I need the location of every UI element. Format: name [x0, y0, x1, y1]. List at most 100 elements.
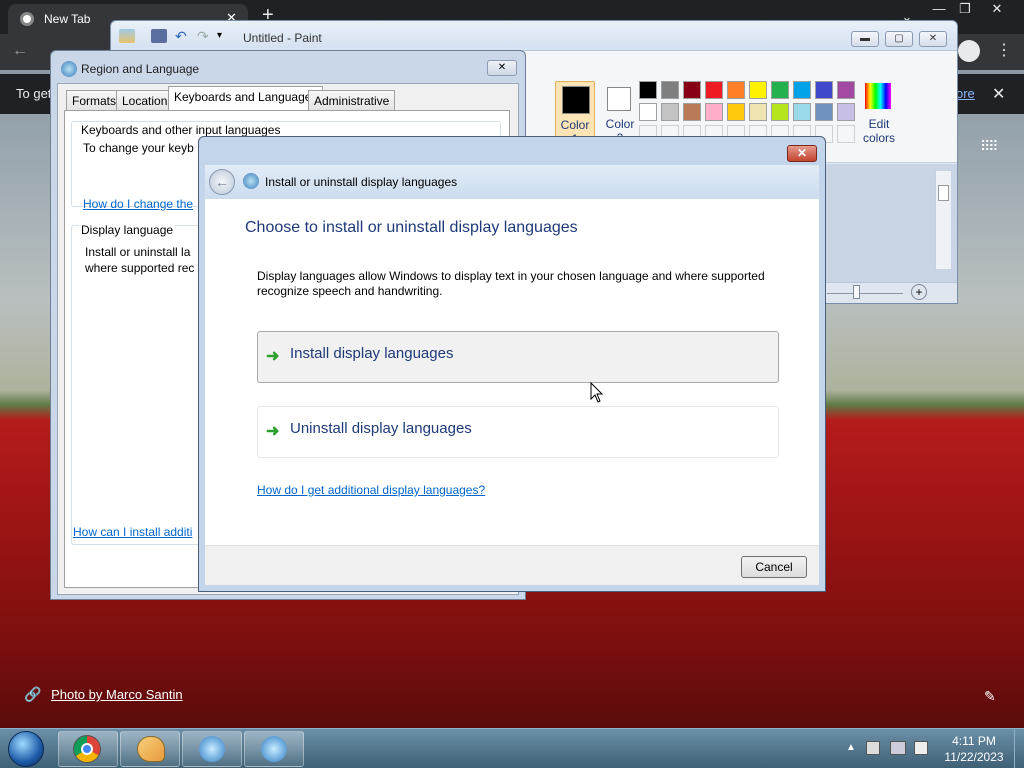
- palette-swatch[interactable]: [771, 81, 789, 99]
- display-language-text-2: where supported rec: [85, 261, 195, 275]
- show-hidden-icons[interactable]: ▲: [846, 742, 856, 753]
- infobar-link[interactable]: ore: [956, 86, 975, 101]
- globe-clock-icon: [199, 736, 225, 762]
- network-icon[interactable]: [890, 741, 906, 755]
- minimize-icon[interactable]: —: [928, 0, 950, 18]
- edit-colors-label: Edit colors: [862, 117, 895, 145]
- palette-swatch[interactable]: [815, 81, 833, 99]
- vertical-scrollbar[interactable]: [935, 171, 951, 269]
- paint-title: Untitled - Paint: [243, 31, 322, 45]
- install-additional-link[interactable]: How can I install additi: [73, 525, 192, 539]
- tab-location[interactable]: Location: [116, 90, 174, 110]
- region-close-button[interactable]: ✕: [487, 60, 517, 76]
- cancel-button[interactable]: Cancel: [741, 556, 807, 578]
- keyboards-group-title: Keyboards and other input languages: [79, 123, 283, 137]
- palette-swatch[interactable]: [793, 103, 811, 121]
- keyboards-description: To change your keyb: [83, 141, 194, 155]
- taskbar-paint[interactable]: [120, 731, 180, 767]
- back-arrow-icon[interactable]: ←: [12, 42, 28, 60]
- install-dialog-title: Install or uninstall display languages: [265, 175, 458, 189]
- install-display-languages-option[interactable]: ➜ Install display languages: [257, 331, 779, 383]
- infobar-close-icon[interactable]: ✕: [992, 84, 1005, 104]
- redo-icon[interactable]: ↷: [197, 29, 213, 43]
- zoom-slider-thumb[interactable]: [853, 285, 860, 299]
- chrome-tab-title: New Tab: [44, 12, 91, 26]
- install-close-button[interactable]: ✕: [787, 145, 817, 162]
- close-window-icon[interactable]: ✕: [986, 0, 1008, 18]
- palette-swatch[interactable]: [639, 81, 657, 99]
- additional-languages-link[interactable]: How do I get additional display language…: [257, 483, 485, 497]
- profile-avatar-icon[interactable]: [958, 40, 980, 62]
- palette-swatch[interactable]: [749, 103, 767, 121]
- tab-formats[interactable]: Formats: [66, 90, 123, 110]
- wizard-heading: Choose to install or uninstall display l…: [245, 219, 578, 236]
- paint-minimize-button[interactable]: ▬: [851, 31, 879, 47]
- install-display-languages-dialog: ✕ ← Install or uninstall display languag…: [198, 136, 826, 592]
- globe-icon: [61, 61, 77, 77]
- undo-icon[interactable]: ↶: [175, 29, 191, 43]
- change-keyboard-link[interactable]: How do I change the: [83, 197, 193, 211]
- paint-maximize-button[interactable]: ▢: [885, 31, 913, 47]
- palette-swatch[interactable]: [749, 81, 767, 99]
- action-center-icon[interactable]: [866, 741, 880, 755]
- language-globe-icon: [261, 736, 287, 762]
- tab-keyboards-and-languages[interactable]: Keyboards and Languages: [168, 86, 324, 111]
- custom-palette-swatch[interactable]: [837, 125, 855, 143]
- tab-administrative[interactable]: Administrative: [308, 90, 396, 110]
- palette-swatch[interactable]: [683, 81, 701, 99]
- display-language-group-title: Display language: [79, 223, 176, 237]
- scrollbar-thumb[interactable]: [938, 185, 949, 201]
- region-dialog-title: Region and Language: [81, 62, 200, 76]
- green-arrow-icon: ➜: [266, 348, 280, 365]
- chrome-logo-icon: [20, 12, 34, 26]
- start-button-icon[interactable]: [8, 731, 44, 767]
- palette-swatch[interactable]: [727, 103, 745, 121]
- wizard-content: Choose to install or uninstall display l…: [205, 199, 819, 545]
- palette-swatch[interactable]: [639, 103, 657, 121]
- palette-swatch[interactable]: [727, 81, 745, 99]
- uninstall-display-languages-option[interactable]: ➜ Uninstall display languages: [257, 406, 779, 458]
- taskbar: ▲ 4:11 PM 11/22/2023: [0, 728, 1024, 768]
- rainbow-icon: [865, 83, 891, 109]
- palette-swatch[interactable]: [837, 103, 855, 121]
- mouse-cursor-icon: [590, 382, 604, 403]
- paint-titlebar: ↶ ↷ ▾ Untitled - Paint ▬ ▢ ✕: [111, 21, 957, 51]
- back-arrow-icon[interactable]: ←: [209, 169, 235, 195]
- clock-time: 4:11 PM: [952, 734, 996, 748]
- zoom-slider-track[interactable]: [827, 293, 903, 294]
- wizard-nav-bar: ← Install or uninstall display languages: [205, 165, 819, 199]
- install-option-label: Install display languages: [290, 345, 454, 362]
- menu-kebab-icon[interactable]: ⋮: [996, 40, 1012, 60]
- save-icon[interactable]: [151, 29, 167, 43]
- volume-muted-icon[interactable]: [914, 741, 928, 755]
- color2-swatch: [607, 87, 631, 111]
- chrome-icon-center: [81, 743, 93, 755]
- paint-app-icon: [119, 29, 135, 43]
- taskbar-display-languages[interactable]: [244, 731, 304, 767]
- palette-swatch[interactable]: [683, 103, 701, 121]
- palette-swatch[interactable]: [837, 81, 855, 99]
- zoom-in-icon[interactable]: +: [911, 284, 927, 300]
- customize-qat-icon[interactable]: ▾: [217, 29, 233, 43]
- link-icon: 🔗: [24, 686, 42, 702]
- palette-swatch[interactable]: [705, 103, 723, 121]
- palette-swatch[interactable]: [661, 103, 679, 121]
- palette-swatch[interactable]: [793, 81, 811, 99]
- green-arrow-icon: ➜: [266, 423, 280, 440]
- paint-close-button[interactable]: ✕: [919, 31, 947, 47]
- taskbar-chrome[interactable]: [58, 731, 118, 767]
- show-desktop-button[interactable]: [1014, 729, 1024, 768]
- palette-swatch[interactable]: [771, 103, 789, 121]
- palette-swatch[interactable]: [815, 103, 833, 121]
- apps-grid-icon[interactable]: ⠿⠿: [980, 138, 998, 155]
- restore-icon[interactable]: ❐: [954, 0, 976, 18]
- taskbar-region-language[interactable]: [182, 731, 242, 767]
- palette-swatch[interactable]: [661, 81, 679, 99]
- pencil-edit-icon[interactable]: ✎: [984, 688, 996, 705]
- color1-swatch: [562, 86, 590, 114]
- edit-colors-button[interactable]: Edit colors: [859, 81, 899, 155]
- palette-swatch[interactable]: [705, 81, 723, 99]
- wizard-footer: Cancel: [205, 545, 819, 585]
- photo-credit[interactable]: 🔗 Photo by Marco Santin: [24, 686, 183, 703]
- system-clock[interactable]: 4:11 PM 11/22/2023: [936, 733, 1012, 765]
